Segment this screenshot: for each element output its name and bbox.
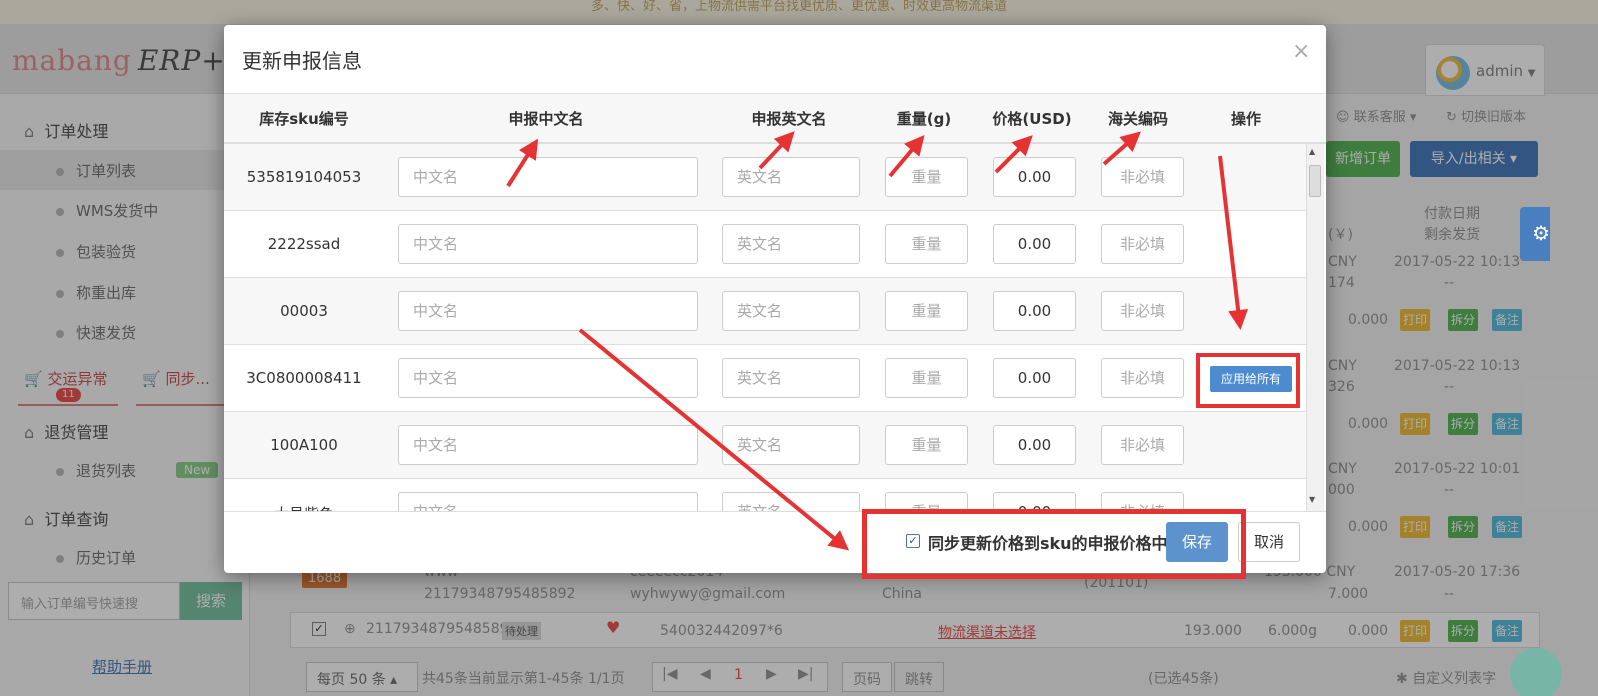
annotation-box <box>1196 353 1300 408</box>
sku-cell: 大号紫色 <box>224 503 384 511</box>
scroll-down-icon[interactable]: ▼ <box>1309 495 1315 504</box>
weight-input[interactable]: 重量 <box>885 157 968 197</box>
dialog-title: 更新申报信息 <box>242 49 362 73</box>
cn-name-input[interactable]: 中文名 <box>398 224 698 264</box>
hs-code-input[interactable]: 非必填 <box>1101 157 1184 197</box>
col-sku: 库存sku编号 <box>259 110 349 128</box>
col-weight: 重量(g) <box>896 110 952 128</box>
table-scrollbar[interactable] <box>1306 144 1324 511</box>
table-row: 大号紫色 中文名 英文名 重量 0.00 非必填 <box>224 479 1306 511</box>
sku-cell: 100A100 <box>270 436 338 454</box>
col-price: 价格(USD) <box>992 110 1072 128</box>
col-action: 操作 <box>1230 110 1261 128</box>
table-row: 2222ssad 中文名 英文名 重量 0.00 非必填 <box>224 211 1306 278</box>
hs-code-input[interactable]: 非必填 <box>1101 291 1184 331</box>
cn-name-input[interactable]: 中文名 <box>398 157 698 197</box>
gear-icon: ⚙ <box>1532 221 1550 245</box>
weight-input[interactable]: 重量 <box>885 224 968 264</box>
sku-cell: 00003 <box>280 302 328 320</box>
price-input[interactable]: 0.00 <box>993 291 1076 331</box>
table-row: 535819104053 中文名 英文名 重量 0.00 非必填 <box>224 144 1306 211</box>
price-input[interactable]: 0.00 <box>993 224 1076 264</box>
table-body[interactable]: 535819104053 中文名 英文名 重量 0.00 非必填 2222ssa… <box>224 144 1306 511</box>
cn-name-input[interactable]: 中文名 <box>398 492 698 511</box>
col-cn-name: 申报中文名 <box>508 110 584 128</box>
sku-cell: 3C0800008411 <box>246 369 362 387</box>
en-name-input[interactable]: 英文名 <box>722 291 860 331</box>
en-name-input[interactable]: 英文名 <box>722 492 860 511</box>
sku-cell: 2222ssad <box>267 235 341 253</box>
weight-input[interactable]: 重量 <box>885 291 968 331</box>
weight-input[interactable]: 重量 <box>885 425 968 465</box>
cn-name-input[interactable]: 中文名 <box>398 358 698 398</box>
hs-code-input[interactable]: 非必填 <box>1101 358 1184 398</box>
cancel-button[interactable]: 取消 <box>1238 522 1300 562</box>
weight-input[interactable]: 重量 <box>885 358 968 398</box>
en-name-input[interactable]: 英文名 <box>722 157 860 197</box>
price-input[interactable]: 0.00 <box>993 425 1076 465</box>
sku-cell: 535819104053 <box>246 168 362 186</box>
cn-name-input[interactable]: 中文名 <box>398 425 698 465</box>
hs-code-input[interactable]: 非必填 <box>1101 425 1184 465</box>
col-hs-code: 海关编码 <box>1107 110 1168 128</box>
table-row: 3C0800008411 中文名 英文名 重量 0.00 非必填 <box>224 345 1306 412</box>
scroll-up-icon[interactable]: ▲ <box>1309 147 1315 156</box>
en-name-input[interactable]: 英文名 <box>722 358 860 398</box>
chat-float-button[interactable] <box>1510 648 1562 696</box>
col-en-name: 申报英文名 <box>751 110 827 128</box>
en-name-input[interactable]: 英文名 <box>722 425 860 465</box>
table-row: 00003 中文名 英文名 重量 0.00 非必填 <box>224 278 1306 345</box>
price-input[interactable]: 0.00 <box>993 358 1076 398</box>
annotation-box <box>862 509 1246 579</box>
settings-tab[interactable]: ⚙ <box>1520 207 1550 261</box>
hs-code-input[interactable]: 非必填 <box>1101 224 1184 264</box>
declaration-dialog: 更新申报信息 × 库存sku编号 申报中文名 申报英文名 重量(g) 价格(US… <box>224 25 1326 579</box>
close-icon[interactable]: × <box>1292 39 1310 64</box>
cn-name-input[interactable]: 中文名 <box>398 291 698 331</box>
en-name-input[interactable]: 英文名 <box>722 224 860 264</box>
table-row: 100A100 中文名 英文名 重量 0.00 非必填 <box>224 412 1306 479</box>
scroll-thumb[interactable] <box>1309 165 1321 197</box>
price-input[interactable]: 0.00 <box>993 157 1076 197</box>
